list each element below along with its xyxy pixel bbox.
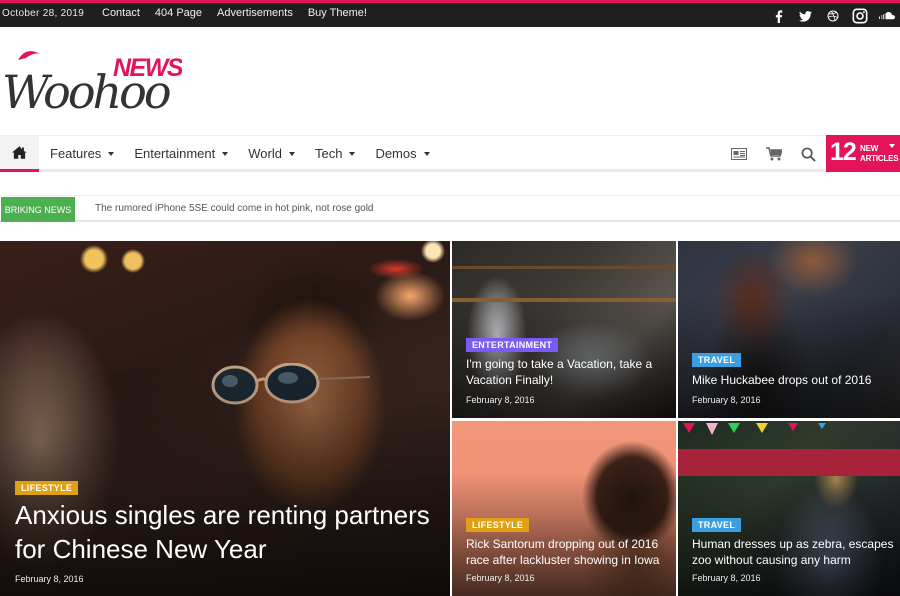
- ticker-headline[interactable]: The rumored iPhone 5SE could come in hot…: [95, 203, 374, 214]
- featured-card[interactable]: TRAVEL Human dresses up as zebra, escape…: [678, 421, 900, 596]
- featured-grid: LIFESTYLE Anxious singles are renting pa…: [0, 241, 900, 596]
- top-links: Contact 404 Page Advertisements Buy Them…: [102, 7, 382, 19]
- social-links: [765, 5, 900, 27]
- top-bar: October 28, 2019 Contact 404 Page Advert…: [0, 0, 900, 27]
- site-logo[interactable]: Woohoo NEWS: [2, 46, 185, 119]
- featured-card[interactable]: LIFESTYLE Rick Santorum dropping out of …: [452, 421, 676, 596]
- photo-bunting: [683, 423, 826, 435]
- twitter-icon[interactable]: [792, 5, 819, 27]
- chevron-down-icon: [288, 151, 295, 156]
- featured-card-main[interactable]: LIFESTYLE Anxious singles are renting pa…: [0, 241, 450, 596]
- article-date: February 8, 2016: [15, 574, 84, 584]
- article-title[interactable]: I'm going to take a Vacation, take a Vac…: [466, 357, 666, 388]
- article-date: February 8, 2016: [466, 395, 535, 405]
- chevron-down-icon: [222, 151, 229, 156]
- breaking-news-ticker: BRIKING NEWS The rumored iPhone 5SE coul…: [0, 195, 900, 222]
- category-badge[interactable]: TRAVEL: [692, 518, 742, 532]
- nav-item-entertainment[interactable]: Entertainment: [134, 146, 229, 161]
- top-link-advertisements[interactable]: Advertisements: [217, 7, 293, 19]
- chevron-down-icon: [423, 151, 430, 156]
- home-button[interactable]: [0, 136, 39, 172]
- nav-item-demos[interactable]: Demos: [375, 146, 430, 161]
- newspaper-icon[interactable]: [721, 148, 756, 160]
- dribbble-icon[interactable]: [819, 5, 846, 27]
- article-date: February 8, 2016: [466, 573, 535, 583]
- breaking-news-badge: BRIKING NEWS: [1, 197, 75, 222]
- cart-icon[interactable]: [756, 147, 791, 161]
- article-date: February 8, 2016: [692, 395, 761, 405]
- featured-card[interactable]: TRAVEL Mike Huckabee drops out of 2016 F…: [678, 241, 900, 418]
- nav-tools: [721, 136, 826, 172]
- new-articles-button[interactable]: 12 NEW ARTICLES: [826, 135, 900, 172]
- featured-card[interactable]: ENTERTAINMENT I'm going to take a Vacati…: [452, 241, 676, 418]
- soundcloud-icon[interactable]: [873, 5, 900, 27]
- nav-item-features[interactable]: Features: [50, 146, 115, 161]
- chevron-down-icon: [889, 144, 895, 148]
- article-title[interactable]: Mike Huckabee drops out of 2016: [692, 373, 892, 389]
- home-icon: [12, 146, 27, 159]
- nav-item-world[interactable]: World: [248, 146, 295, 161]
- nav-menu: Features Entertainment World Tech Demos: [50, 146, 450, 161]
- top-link-buy-theme[interactable]: Buy Theme!: [308, 7, 367, 19]
- article-title[interactable]: Human dresses up as zebra, escapes zoo w…: [692, 537, 897, 568]
- top-link-404[interactable]: 404 Page: [155, 7, 202, 19]
- category-badge[interactable]: LIFESTYLE: [15, 481, 79, 495]
- new-articles-count: 12: [830, 138, 857, 166]
- search-icon[interactable]: [791, 147, 826, 162]
- category-badge[interactable]: LIFESTYLE: [466, 518, 530, 532]
- category-badge[interactable]: ENTERTAINMENT: [466, 338, 559, 352]
- chevron-down-icon: [108, 151, 115, 156]
- article-title[interactable]: Rick Santorum dropping out of 2016 race …: [466, 537, 676, 568]
- article-title[interactable]: Anxious singles are renting partners for…: [15, 499, 435, 567]
- nav-item-tech[interactable]: Tech: [315, 146, 356, 161]
- logo-news: NEWS: [113, 54, 182, 82]
- current-date: October 28, 2019: [2, 8, 85, 19]
- chevron-down-icon: [349, 151, 356, 156]
- category-badge[interactable]: TRAVEL: [692, 353, 742, 367]
- main-navigation: Features Entertainment World Tech Demos …: [0, 135, 900, 172]
- article-date: February 8, 2016: [692, 573, 761, 583]
- instagram-icon[interactable]: [846, 5, 873, 27]
- facebook-icon[interactable]: [765, 5, 792, 27]
- top-link-contact[interactable]: Contact: [102, 7, 140, 19]
